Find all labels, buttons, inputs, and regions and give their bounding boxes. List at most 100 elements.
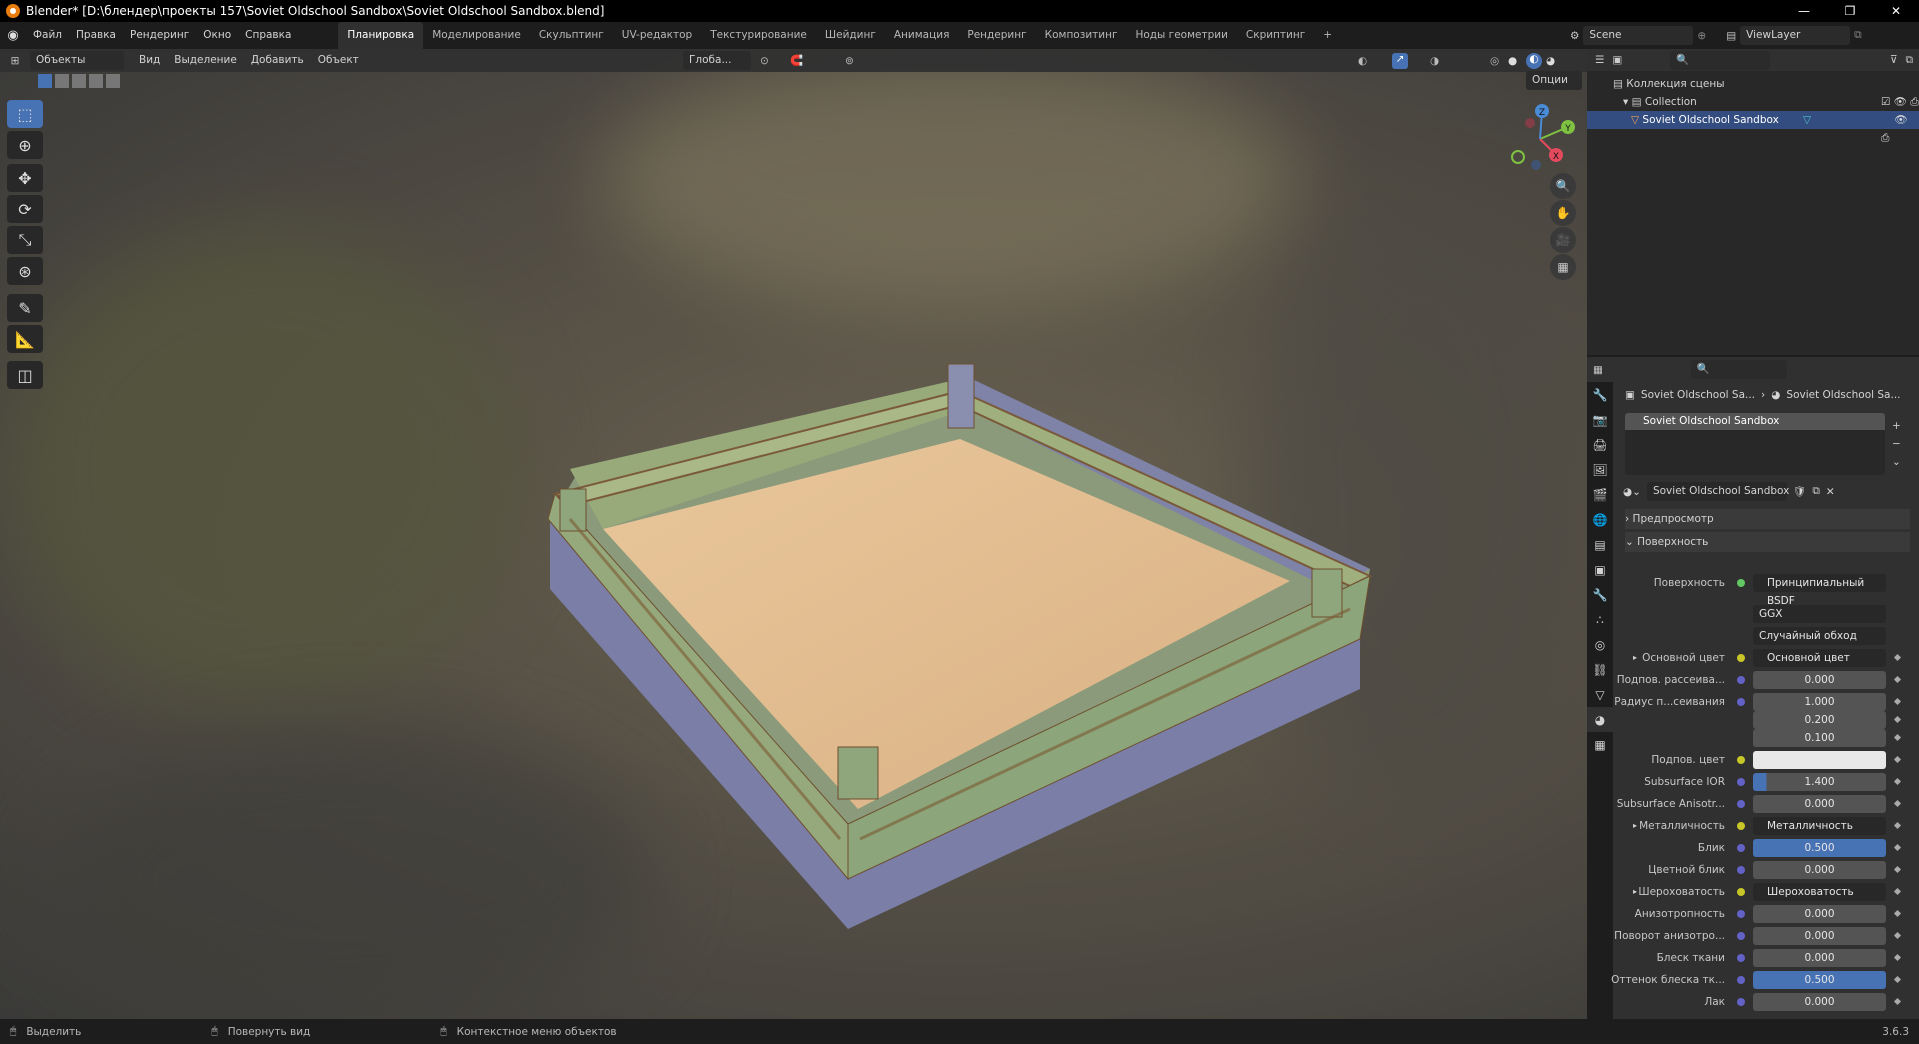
annotate-icon[interactable]: ✎: [7, 294, 43, 322]
tab-texture-paint[interactable]: Текстурирование: [701, 22, 816, 49]
particles-tab-icon[interactable]: ∴: [1587, 607, 1613, 632]
add-slot-button[interactable]: +: [1892, 417, 1901, 435]
socket-icon[interactable]: [1737, 932, 1745, 940]
socket-icon[interactable]: [1737, 676, 1745, 684]
socket-icon[interactable]: [1737, 998, 1745, 1006]
select-extend-icon[interactable]: [55, 74, 69, 88]
keyframe-icon[interactable]: [1893, 931, 1902, 940]
expand-socket-icon[interactable]: ▸: [1633, 881, 1637, 903]
select-invert-icon[interactable]: [89, 74, 103, 88]
menu-object[interactable]: Объект: [311, 49, 366, 74]
editor-type-icon[interactable]: ⊞: [0, 55, 30, 67]
keyframe-icon[interactable]: [1893, 733, 1902, 742]
blender-menu-icon[interactable]: ◉: [0, 28, 26, 43]
tab-geometry-nodes[interactable]: Ноды геометрии: [1126, 22, 1236, 49]
cursor-icon[interactable]: ⊕: [7, 131, 43, 159]
unlink-material-icon[interactable]: ✕: [1826, 486, 1835, 498]
tab-compositing[interactable]: Композитинг: [1036, 22, 1127, 49]
tab-sculpting[interactable]: Скульптинг: [530, 22, 613, 49]
mode-dropdown[interactable]: Объекты: [30, 51, 124, 70]
outliner-search-input[interactable]: 🔍: [1670, 50, 1771, 70]
properties-search-input[interactable]: 🔍: [1690, 360, 1787, 379]
keyframe-icon[interactable]: [1893, 715, 1902, 724]
object-row-selected[interactable]: ▽ Soviet Oldschool Sandbox ▽: [1587, 111, 1919, 129]
socket-icon[interactable]: [1737, 654, 1745, 662]
keyframe-icon[interactable]: [1893, 675, 1902, 684]
3d-viewport[interactable]: ⊞ Объекты Вид Выделение Добавить Объект …: [0, 49, 1587, 1019]
socket-icon[interactable]: [1737, 954, 1745, 962]
socket-icon[interactable]: [1737, 800, 1745, 808]
scale-icon[interactable]: ⤡: [7, 226, 43, 254]
modifier-tab-icon[interactable]: 🔧: [1587, 582, 1613, 607]
pan-hand-icon[interactable]: ✋: [1550, 200, 1576, 226]
keyframe-icon[interactable]: [1893, 975, 1902, 984]
value-field[interactable]: 0.000: [1753, 861, 1886, 879]
value-field[interactable]: 0.000: [1753, 993, 1886, 1011]
select-subtract-icon[interactable]: [72, 74, 86, 88]
socket-icon[interactable]: [1737, 844, 1745, 852]
new-view-layer-icon[interactable]: ⧉: [1854, 29, 1862, 42]
menu-add[interactable]: Добавить: [244, 49, 311, 74]
add-cube-icon[interactable]: ◫: [7, 361, 43, 389]
value-field[interactable]: 0.100: [1753, 729, 1886, 747]
rotate-icon[interactable]: ⟳: [7, 195, 43, 223]
keyframe-icon[interactable]: [1893, 653, 1902, 662]
keyframe-icon[interactable]: [1893, 777, 1902, 786]
keyframe-icon[interactable]: [1893, 843, 1902, 852]
value-field[interactable]: Шероховатость: [1753, 883, 1886, 901]
select-intersect-icon[interactable]: [106, 74, 120, 88]
pin-icon[interactable]: ⊕: [1697, 30, 1706, 42]
close-button[interactable]: ✕: [1873, 0, 1919, 22]
keyframe-icon[interactable]: [1893, 887, 1902, 896]
subsurface-method-dropdown[interactable]: Случайный обход: [1753, 627, 1886, 645]
menu-render[interactable]: Рендеринг: [123, 22, 196, 49]
socket-icon[interactable]: [1737, 910, 1745, 918]
socket-icon[interactable]: [1737, 888, 1745, 896]
socket-icon[interactable]: [1737, 698, 1745, 706]
menu-view[interactable]: Вид: [132, 49, 167, 74]
scene-field[interactable]: Scene: [1583, 26, 1694, 45]
orientation-dropdown[interactable]: Глоба...: [683, 51, 751, 70]
measure-icon[interactable]: 📐: [7, 325, 43, 353]
distribution-dropdown[interactable]: GGX: [1753, 605, 1886, 623]
view-layer-icon[interactable]: ▤: [1726, 30, 1736, 42]
render-tab-icon[interactable]: 📷: [1587, 407, 1613, 432]
view-layer-tab-icon[interactable]: 🖼: [1587, 457, 1613, 482]
options-dropdown[interactable]: Опции: [1526, 71, 1582, 90]
output-tab-icon[interactable]: 🖨: [1587, 432, 1613, 457]
rendered-shading-icon[interactable]: ◕: [1546, 55, 1555, 67]
color-swatch[interactable]: [1753, 751, 1886, 769]
constraints-tab-icon[interactable]: ⛓: [1587, 657, 1613, 682]
zoom-icon[interactable]: 🔍: [1550, 173, 1576, 199]
value-field[interactable]: 0.000: [1753, 795, 1886, 813]
select-new-icon[interactable]: [38, 74, 52, 88]
physics-tab-icon[interactable]: ◎: [1587, 632, 1613, 657]
value-field[interactable]: 0.000: [1753, 671, 1886, 689]
value-field[interactable]: 1.400: [1753, 773, 1886, 791]
remove-slot-button[interactable]: −: [1892, 435, 1901, 453]
add-workspace-icon[interactable]: +: [1314, 22, 1341, 49]
tab-uv-editing[interactable]: UV-редактор: [613, 22, 701, 49]
value-field[interactable]: 0.000: [1753, 905, 1886, 923]
visibility-icon[interactable]: ◐: [1358, 55, 1367, 67]
maximize-button[interactable]: ❐: [1827, 0, 1873, 22]
socket-icon[interactable]: [1737, 756, 1745, 764]
filter-icon[interactable]: ⊽: [1890, 54, 1898, 66]
object-tab-icon[interactable]: ▣: [1587, 557, 1613, 582]
material-slot-list[interactable]: Soviet Oldschool Sandbox: [1625, 413, 1885, 475]
material-browse-icon[interactable]: ◕⌄: [1623, 486, 1641, 498]
keyframe-icon[interactable]: [1893, 821, 1902, 830]
slot-menu-button[interactable]: ⌄: [1892, 453, 1901, 471]
view-layer-field[interactable]: ViewLayer: [1740, 26, 1851, 45]
keyframe-icon[interactable]: [1893, 755, 1902, 764]
pivot-icon[interactable]: ⊙: [760, 55, 769, 67]
proportional-edit-icon[interactable]: ⊚: [845, 55, 854, 67]
navigation-gizmo[interactable]: Y X Z: [1500, 99, 1580, 179]
camera-icon[interactable]: 🎥: [1550, 227, 1576, 253]
fake-user-icon[interactable]: 🛡: [1793, 485, 1806, 498]
preview-panel-header[interactable]: › Предпросмотр: [1625, 509, 1910, 529]
keyframe-icon[interactable]: [1893, 953, 1902, 962]
object-visibility-icon[interactable]: 👁 ⎙: [1881, 111, 1919, 147]
value-field[interactable]: Основной цвет: [1753, 649, 1886, 667]
socket-icon[interactable]: [1737, 778, 1745, 786]
